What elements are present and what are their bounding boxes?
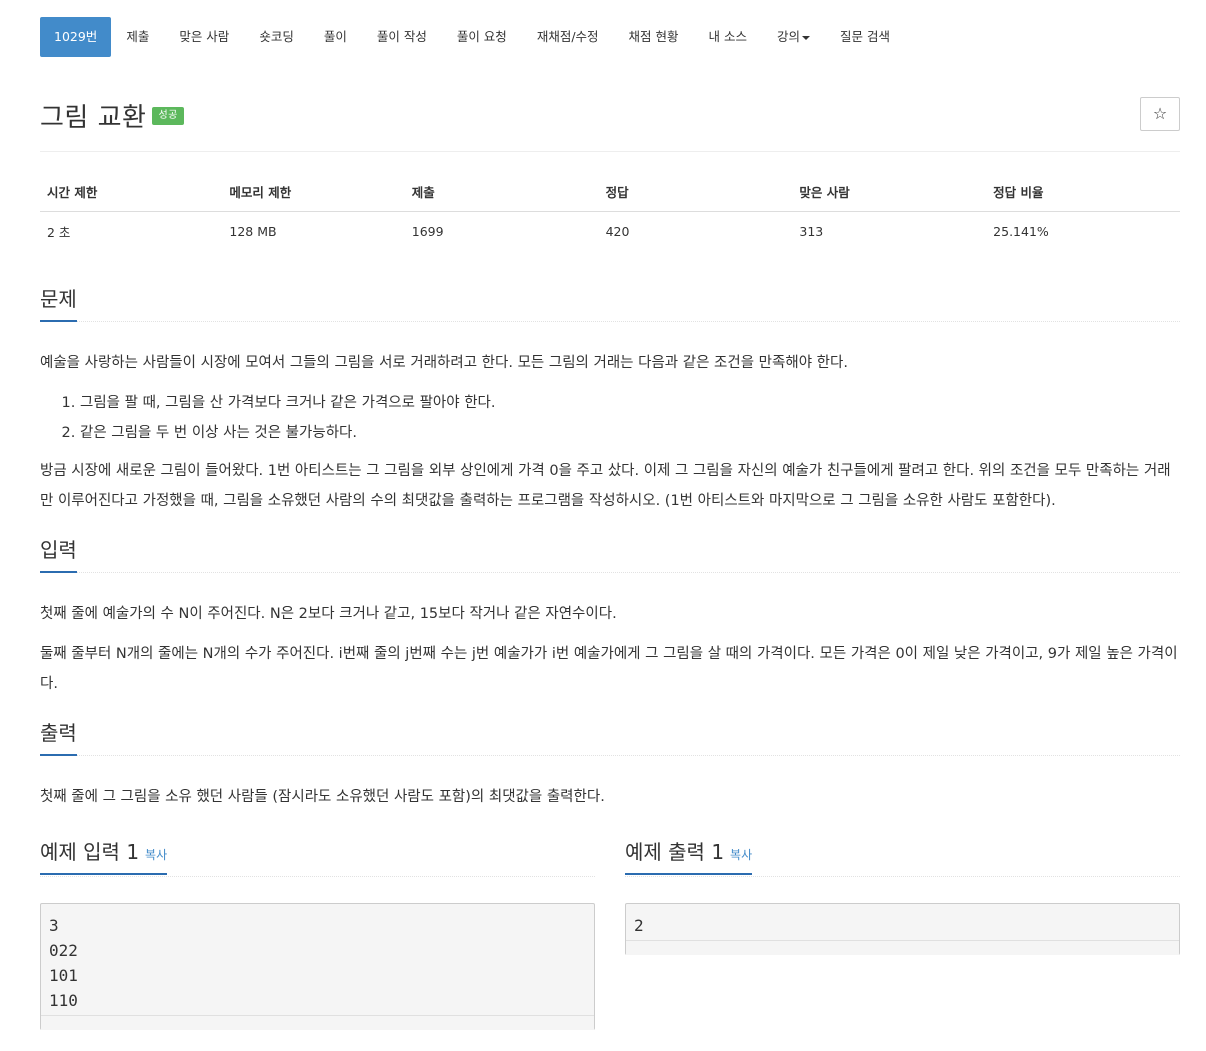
- star-button[interactable]: ☆: [1140, 97, 1180, 131]
- sample-input-text: 3 022 101 110: [49, 916, 78, 1010]
- description-body: 예술을 사랑하는 사람들이 시장에 모여서 그들의 그림을 서로 거래하려고 한…: [40, 348, 1180, 516]
- stat-header-memory-limit: 메모리 제한: [222, 172, 405, 212]
- output-line-1: 첫째 줄에 그 그림을 소유 했던 사람들 (잠시라도 소유했던 사람도 포함)…: [40, 789, 605, 805]
- stats-value-row: 2 초 128 MB 1699 420 313 25.141%: [40, 212, 1180, 252]
- sample-input-heading: 예제 입력 1: [40, 840, 140, 864]
- sample-output-panel: 예제 출력 1 복사 2: [625, 832, 1180, 1030]
- stat-ratio: 25.141%: [993, 224, 1049, 239]
- problem-stats-table: 시간 제한 메모리 제한 제출 정답 맞은 사람 정답 비율 2 초 128 M…: [40, 172, 1180, 251]
- description-text: 방금 시장에 새로운 그림이 들어왔다. 1번 아티스트는 그 그림을 외부 상…: [40, 463, 1171, 509]
- nav-tab-solvers[interactable]: 맞은 사람: [164, 17, 244, 57]
- input-line-1: 첫째 줄에 예술가의 수 N이 주어진다. N은 2보다 크거나 같고, 15보…: [40, 606, 617, 622]
- nav-tab-short-coding[interactable]: 숏코딩: [244, 17, 309, 57]
- problem-header: 그림 교환 성공 ☆: [40, 57, 1180, 152]
- stat-submissions: 1699: [411, 224, 444, 239]
- stats-header-row: 시간 제한 메모리 제한 제출 정답 맞은 사람 정답 비율: [40, 172, 1180, 212]
- status-badge: 성공: [152, 106, 184, 125]
- nav-tab-rejudge[interactable]: 재채점/수정: [522, 17, 614, 57]
- stat-header-submissions: 제출: [404, 172, 599, 212]
- condition-list: 그림을 팔 때, 그림을 산 가격보다 크거나 같은 가격으로 팔아야 한다. …: [40, 388, 1180, 448]
- sample-input-box[interactable]: 3 022 101 110: [40, 903, 595, 1030]
- nav-tab-lectures[interactable]: 강의: [762, 17, 825, 57]
- problem-title-wrap: 그림 교환 성공: [40, 97, 184, 134]
- stat-header-time-limit: 시간 제한: [40, 172, 223, 212]
- description-heading: 문제: [40, 283, 77, 322]
- problem-title: 그림 교환: [40, 103, 147, 133]
- nav-tab-question-search[interactable]: 질문 검색: [825, 17, 905, 57]
- description-intro: 예술을 사랑하는 사람들이 시장에 모여서 그들의 그림을 서로 거래하려고 한…: [40, 355, 848, 371]
- nav-tab-submit[interactable]: 제출: [111, 17, 164, 57]
- copy-sample-output-button[interactable]: 복사: [730, 848, 752, 862]
- problem-page: 1029번 제출 맞은 사람 숏코딩 풀이 풀이 작성 풀이 요청 재채점/수정…: [40, 17, 1180, 1030]
- output-heading: 출력: [40, 717, 77, 756]
- input-heading: 입력: [40, 534, 77, 573]
- input-body: 첫째 줄에 예술가의 수 N이 주어진다. N은 2보다 크거나 같고, 15보…: [40, 599, 1180, 699]
- caret-down-icon: [802, 35, 811, 40]
- nav-tab-solutions[interactable]: 풀이: [309, 17, 362, 57]
- sample-output-header: 예제 출력 1 복사: [625, 832, 1180, 877]
- sample-output-heading: 예제 출력 1: [625, 840, 725, 864]
- sample-input-panel: 예제 입력 1 복사 3 022 101 110: [40, 832, 595, 1030]
- sample-output-text: 2: [634, 916, 644, 935]
- sample-output-box[interactable]: 2: [625, 903, 1180, 955]
- stat-solvers: 313: [799, 224, 824, 239]
- nav-tab-write-solution[interactable]: 풀이 작성: [362, 17, 442, 57]
- stat-accepted: 420: [605, 224, 630, 239]
- nav-tab-problem[interactable]: 1029번: [40, 17, 112, 57]
- nav-tab-status[interactable]: 채점 현황: [614, 17, 694, 57]
- sample-input-header: 예제 입력 1 복사: [40, 832, 595, 877]
- input-line-2: 둘째 줄부터 N개의 줄에는 N개의 수가 주어진다. i번째 줄의 j번째 수…: [40, 646, 1178, 692]
- output-body: 첫째 줄에 그 그림을 소유 했던 사람들 (잠시라도 소유했던 사람도 포함)…: [40, 782, 1180, 812]
- condition-item: 같은 그림을 두 번 이상 사는 것은 불가능하다.: [80, 418, 1180, 448]
- condition-item: 그림을 팔 때, 그림을 산 가격보다 크거나 같은 가격으로 팔아야 한다.: [80, 388, 1180, 418]
- stat-memory-limit: 128 MB: [229, 224, 277, 239]
- input-section-header: 입력: [40, 528, 1180, 573]
- sample-input-heading-wrap: 예제 입력 1 복사: [40, 836, 168, 875]
- stat-time-limit: 2 초: [47, 225, 71, 240]
- nav-tab-request-solution[interactable]: 풀이 요청: [442, 17, 522, 57]
- description-section-header: 문제: [40, 277, 1180, 322]
- nav-lectures-label: 강의: [777, 29, 801, 44]
- output-section-header: 출력: [40, 711, 1180, 756]
- nav-tab-my-source[interactable]: 내 소스: [694, 17, 762, 57]
- copy-sample-input-button[interactable]: 복사: [145, 848, 167, 862]
- examples-row: 예제 입력 1 복사 3 022 101 110 예제 출력 1 복사 2: [40, 832, 1180, 1030]
- stat-header-ratio: 정답 비율: [986, 172, 1180, 212]
- star-icon: ☆: [1152, 104, 1168, 123]
- stat-header-solvers: 맞은 사람: [792, 172, 987, 212]
- stat-header-accepted: 정답: [598, 172, 793, 212]
- sample-output-heading-wrap: 예제 출력 1 복사: [625, 836, 753, 875]
- problem-nav: 1029번 제출 맞은 사람 숏코딩 풀이 풀이 작성 풀이 요청 재채점/수정…: [40, 17, 1180, 57]
